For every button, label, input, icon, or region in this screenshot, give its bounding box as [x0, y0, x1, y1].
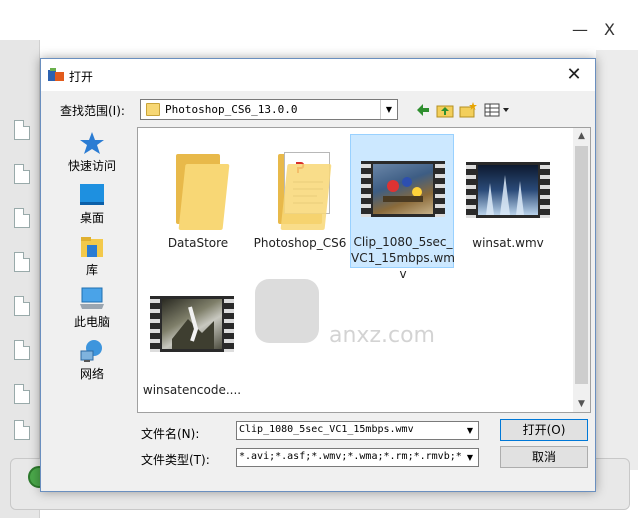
- document-icon: [14, 208, 30, 228]
- look-in-dropdown[interactable]: Photoshop_CS6_13.0.0 ▼: [140, 99, 398, 120]
- star-icon: [80, 132, 104, 154]
- open-button[interactable]: 打开(O): [500, 419, 588, 441]
- folder-icon: [156, 142, 240, 232]
- background-close-button[interactable]: X: [604, 20, 615, 39]
- cancel-button[interactable]: 取消: [500, 446, 588, 468]
- place-label: 此电脑: [73, 315, 110, 329]
- file-list: DataStore Photoshop_CS6 Clip_1080_5sec_V…: [137, 127, 591, 413]
- file-name: DataStore: [167, 236, 229, 250]
- video-thumbnail-icon: [150, 276, 234, 366]
- document-icon: [14, 296, 30, 316]
- folder-document-icon: [258, 142, 342, 232]
- document-icon: [14, 252, 30, 272]
- file-item-clip-wmv[interactable]: Clip_1080_5sec_VC1_15mbps.wmv: [350, 134, 455, 281]
- look-in-label: 查找范围(I):: [60, 104, 125, 118]
- file-item-winsat-wmv[interactable]: winsat.wmv: [456, 136, 560, 270]
- folder-icon: [146, 103, 160, 116]
- video-thumbnail-icon: [466, 142, 550, 232]
- document-icon: [14, 420, 30, 440]
- vertical-scrollbar[interactable]: ▲ ▼: [573, 128, 590, 412]
- open-file-dialog: 打开 ✕ 查找范围(I): Photoshop_CS6_13.0.0 ▼ 快速访…: [40, 58, 596, 492]
- app-icon: [48, 68, 64, 81]
- file-item-photoshop-cs6[interactable]: Photoshop_CS6: [248, 136, 352, 270]
- filetype-dropdown[interactable]: *.avi;*.asf;*.wmv;*.wma;*.rm;*.rmvb;*: [236, 448, 479, 467]
- place-label: 桌面: [79, 211, 104, 225]
- chevron-down-icon[interactable]: ▼: [462, 422, 478, 439]
- place-this-pc[interactable]: 此电脑: [59, 285, 125, 335]
- look-in-value: Photoshop_CS6_13.0.0: [165, 103, 298, 116]
- background-right-panel: [596, 50, 638, 470]
- dialog-close-button[interactable]: ✕: [561, 63, 587, 87]
- document-icon: [14, 384, 30, 404]
- scroll-down-icon[interactable]: ▼: [573, 396, 590, 412]
- place-quick-access[interactable]: 快速访问: [59, 129, 125, 179]
- place-label: 快速访问: [67, 159, 116, 173]
- place-label: 库: [85, 263, 98, 277]
- up-folder-icon[interactable]: [436, 101, 454, 119]
- file-name: winsatencode....: [142, 383, 242, 397]
- scrollbar-thumb[interactable]: [575, 146, 588, 384]
- filename-input[interactable]: Clip_1080_5sec_VC1_15mbps.wmv: [236, 421, 479, 440]
- place-desktop[interactable]: 桌面: [59, 181, 125, 231]
- scroll-up-icon[interactable]: ▲: [573, 128, 590, 144]
- dialog-titlebar: 打开 ✕: [41, 59, 595, 91]
- network-icon: [80, 340, 102, 362]
- background-titlebar: — X: [0, 0, 638, 50]
- back-arrow-icon[interactable]: [415, 101, 431, 119]
- file-name: Clip_1080_5sec_VC1_15mbps.wmv: [351, 235, 455, 281]
- chevron-down-icon[interactable]: ▼: [462, 449, 478, 466]
- place-network[interactable]: 网络: [59, 337, 125, 387]
- dialog-title: 打开: [69, 70, 94, 84]
- file-item-winsatencode[interactable]: winsatencode....: [140, 296, 244, 440]
- chevron-down-icon[interactable]: ▼: [380, 100, 397, 119]
- library-icon: [81, 237, 103, 257]
- background-minimize-button[interactable]: —: [572, 20, 588, 39]
- background-file-list: [0, 40, 40, 518]
- file-item-datastore[interactable]: DataStore: [146, 136, 250, 270]
- view-menu-icon[interactable]: [483, 101, 513, 119]
- places-bar: 快速访问 桌面 库 此电脑 网络: [59, 129, 125, 389]
- desktop-icon: [80, 184, 104, 205]
- file-name: winsat.wmv: [472, 236, 544, 250]
- file-name: Photoshop_CS6: [253, 236, 347, 250]
- new-folder-icon[interactable]: [459, 101, 477, 119]
- document-icon: [14, 164, 30, 184]
- place-label: 网络: [79, 367, 104, 381]
- video-thumbnail-icon: [361, 141, 445, 231]
- place-library[interactable]: 库: [59, 233, 125, 283]
- computer-icon: [80, 287, 104, 309]
- document-icon: [14, 120, 30, 140]
- document-icon: [14, 340, 30, 360]
- filename-label: 文件名(N):: [141, 427, 200, 441]
- filetype-label: 文件类型(T):: [141, 453, 210, 467]
